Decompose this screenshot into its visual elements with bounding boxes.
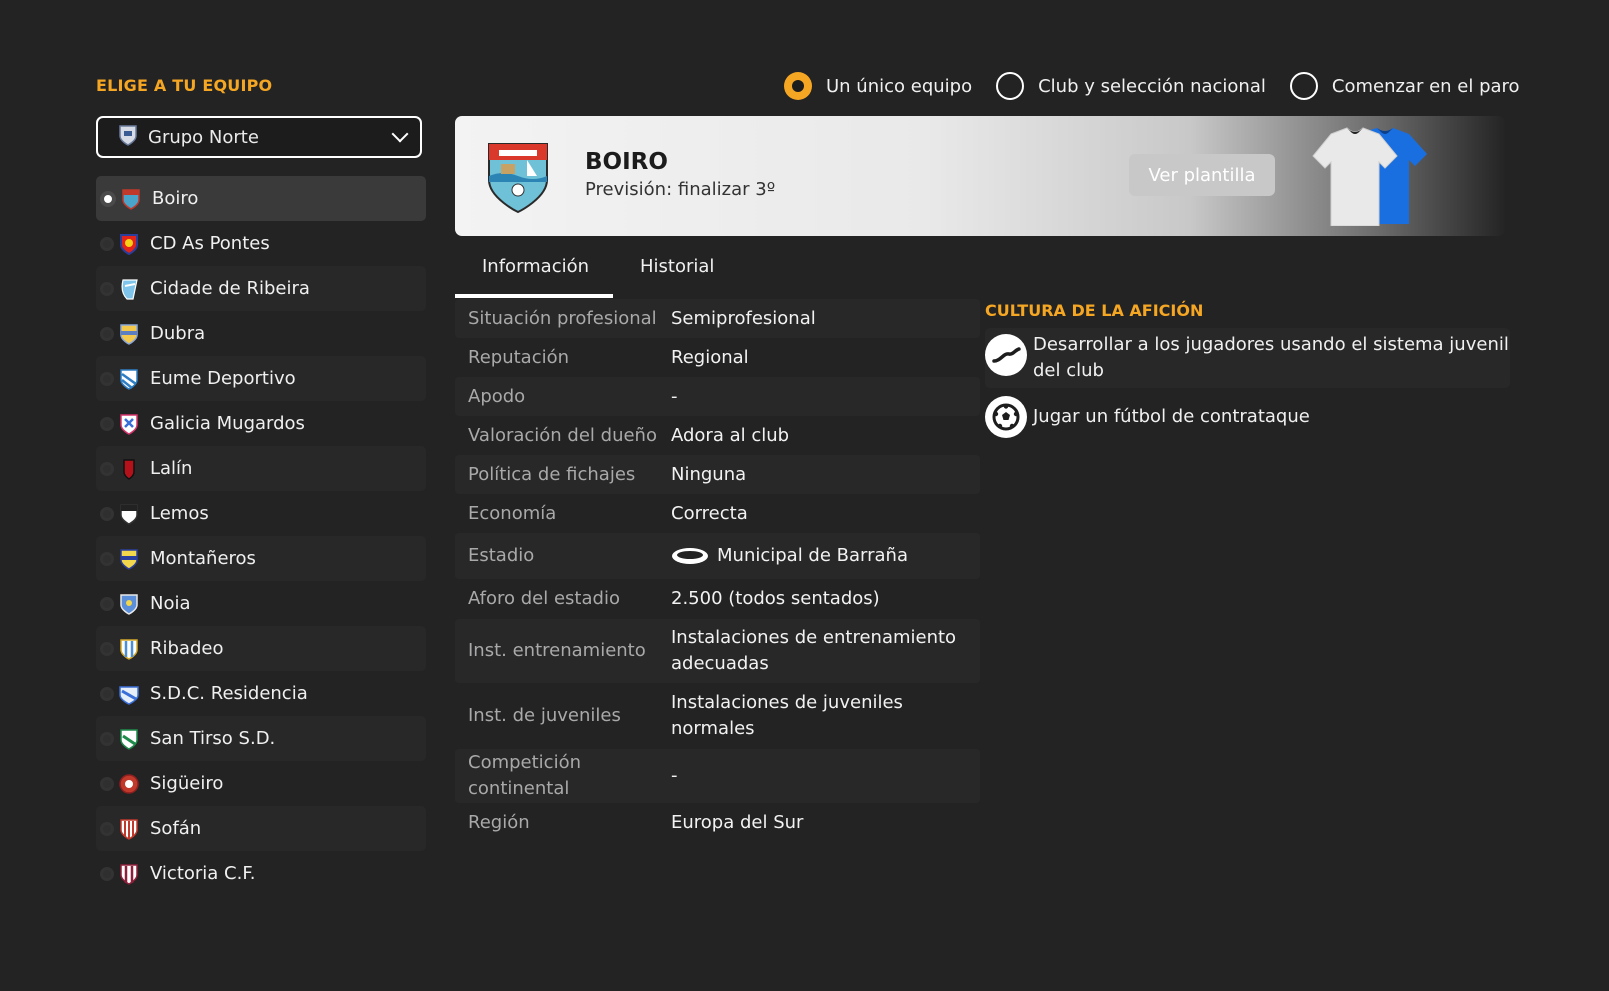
team-crest-icon [118,592,140,616]
team-crest-icon [118,367,140,391]
team-item[interactable]: S.D.C. Residencia [96,671,426,716]
view-squad-button[interactable]: Ver plantilla [1129,154,1275,196]
club-kits [1305,126,1435,227]
team-radio[interactable] [100,731,114,746]
radio-button[interactable] [996,72,1025,100]
info-row: Apodo - [455,377,980,416]
mode-option-club-and-national[interactable]: Club y selección nacional [996,72,1266,100]
team-radio[interactable] [100,190,116,207]
team-crest-icon [118,547,140,571]
football-icon [985,396,1027,438]
team-radio[interactable] [100,326,114,341]
team-item[interactable]: Galicia Mugardos [96,401,426,446]
team-crest-icon [118,322,140,346]
team-crest-icon [118,457,140,481]
club-header: BOIRO Previsión: finalizar 3º Ver planti… [455,116,1505,236]
team-item[interactable]: Eume Deportivo [96,356,426,401]
group-dropdown[interactable]: Grupo Norte [96,116,422,158]
team-list: Boiro CD As Pontes Cidade de Ribeira Dub… [96,176,426,896]
team-crest-icon [118,277,140,301]
club-tabs: Información Historial [455,250,975,300]
fan-culture-item: Desarrollar a los jugadores usando el si… [985,328,1510,388]
radio-button[interactable] [1289,72,1318,100]
team-item[interactable]: CD As Pontes [96,221,426,266]
team-crest-icon [118,727,140,751]
team-radio[interactable] [100,866,114,881]
team-radio[interactable] [100,416,114,431]
info-row: Valoración del dueño Adora al club [468,424,790,446]
team-crest-icon [118,232,140,256]
tab-information[interactable]: Información [482,256,589,277]
team-item[interactable]: Sofán [96,806,426,851]
team-radio[interactable] [100,506,114,521]
team-radio[interactable] [100,686,114,701]
team-crest-icon [118,817,140,841]
league-badge-icon [118,124,138,150]
team-radio[interactable] [100,236,114,251]
team-item[interactable]: Victoria C.F. [96,851,426,896]
team-radio[interactable] [100,821,114,836]
team-crest-icon [118,637,140,661]
growth-curve-icon [985,334,1027,376]
team-radio[interactable] [100,776,114,791]
club-forecast: Previsión: finalizar 3º [585,179,776,200]
mode-option-unemployed[interactable]: Comenzar en el paro [1289,72,1520,100]
team-crest-icon [118,502,140,526]
info-row: Política de fichajes Ninguna [455,455,980,494]
tab-history[interactable]: Historial [640,256,714,277]
team-item[interactable]: Lemos [96,491,426,536]
club-crest-icon [485,138,551,214]
info-row: Estadio Municipal de Barraña [455,533,980,579]
team-radio[interactable] [100,371,114,386]
info-row: Región Europa del Sur [468,811,804,833]
team-item[interactable]: Ribadeo [96,626,426,671]
team-item[interactable]: Cidade de Ribeira [96,266,426,311]
team-crest-icon [118,772,140,796]
info-row: Competición continental - [455,749,980,803]
team-item[interactable]: Lalín [96,446,426,491]
team-item[interactable]: Noia [96,581,426,626]
info-row: Economía Correcta [468,502,748,524]
info-row: Aforo del estadio 2.500 (todos sentados) [468,588,880,609]
radio-button-selected[interactable] [784,72,812,100]
team-radio[interactable] [100,596,114,611]
info-row: Inst. entrenamiento Instalaciones de ent… [455,619,980,683]
fan-culture-list: Desarrollar a los jugadores usando el si… [985,328,1510,442]
team-radio[interactable] [100,641,114,656]
team-crest-icon [118,862,140,886]
fan-culture-title: CULTURA DE LA AFICIÓN [985,301,1204,320]
game-mode-options: Un único equipo Club y selección naciona… [784,72,1520,100]
club-name: BOIRO [585,149,668,175]
team-radio[interactable] [100,281,114,296]
info-row: Situación profesional Semiprofesional [455,299,980,338]
info-row: Reputación Regional [468,346,749,368]
club-info-table: Situación profesional Semiprofesional Re… [455,299,980,842]
team-radio[interactable] [100,551,114,566]
team-item[interactable]: Dubra [96,311,426,356]
fan-culture-item: Jugar un fútbol de contrataque [985,390,1510,442]
stadium-icon [671,547,709,565]
mode-option-single-team[interactable]: Un único equipo [784,72,972,100]
active-tab-indicator [455,294,613,298]
team-item[interactable]: San Tirso S.D. [96,716,426,761]
group-dropdown-value: Grupo Norte [148,126,259,148]
left-title: ELIGE A TU EQUIPO [96,76,273,95]
team-item[interactable]: Montañeros [96,536,426,581]
team-crest-icon [118,412,140,436]
team-item[interactable]: Sigüeiro [96,761,426,806]
team-radio[interactable] [100,461,114,476]
info-row: Inst. de juveniles Instalaciones de juve… [468,692,903,739]
team-crest-icon [120,187,142,211]
chevron-down-icon [391,125,409,143]
team-item[interactable]: Boiro [96,176,426,221]
team-crest-icon [118,682,140,706]
